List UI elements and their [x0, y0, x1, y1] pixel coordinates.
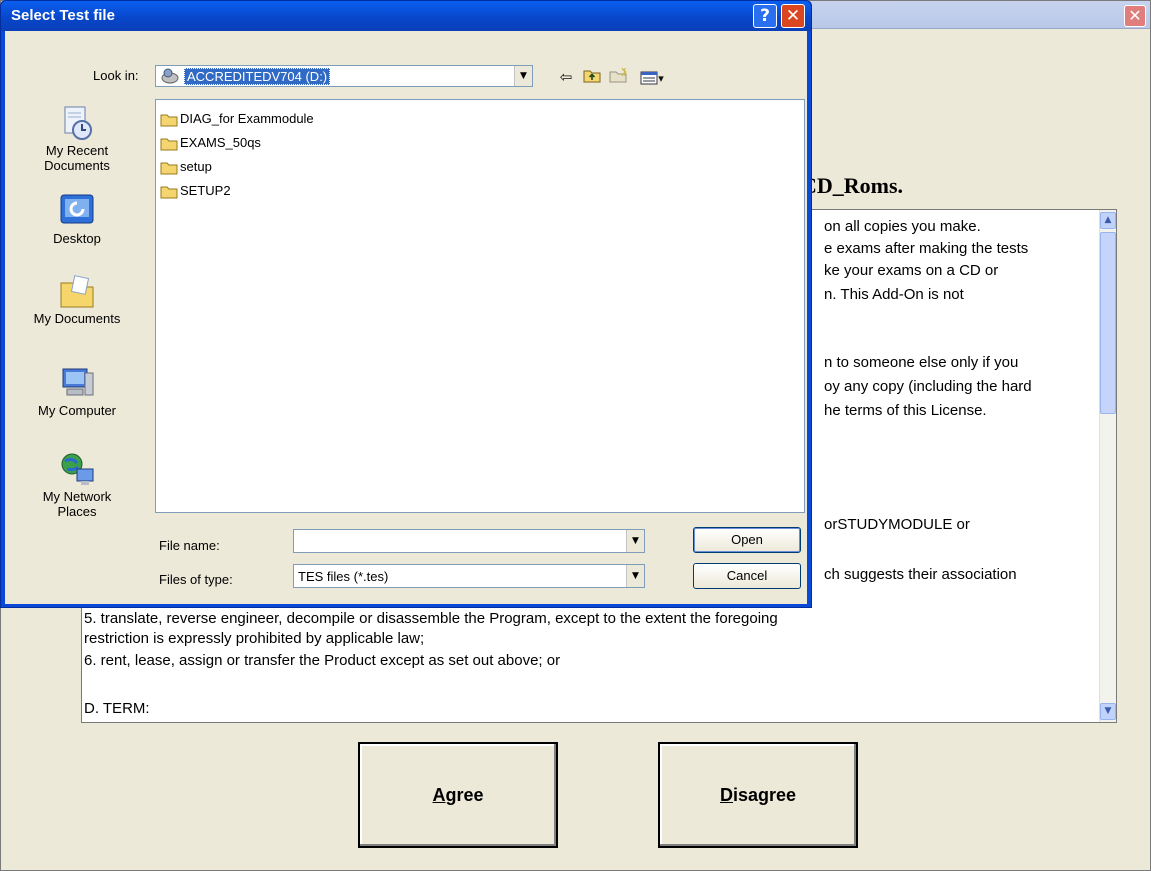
license-scrollbar[interactable]: ▲ ▼	[1099, 210, 1116, 722]
files-of-type-select[interactable]: TES files (*.tes) ▼	[293, 564, 645, 588]
list-item[interactable]: DIAG_for Exammodule	[160, 108, 314, 128]
file-name: setup	[180, 159, 212, 174]
help-button[interactable]: ?	[753, 4, 777, 28]
license-heading: CD_Roms.	[801, 173, 904, 198]
dialog-body: Look in: ACCREDITEDV704 (D:) ▼ ⇦ ▾ My Re…	[5, 31, 807, 604]
scroll-down-button[interactable]: ▼	[1100, 703, 1116, 720]
license-line: n. This Add-On is not	[824, 286, 964, 303]
network-places-icon	[57, 449, 97, 489]
scroll-thumb[interactable]	[1100, 232, 1116, 414]
views-menu-icon[interactable]: ▾	[635, 67, 669, 87]
my-computer-icon	[57, 363, 97, 403]
agree-label: gree	[445, 785, 484, 805]
file-name: SETUP2	[180, 183, 231, 198]
place-label: My Computer	[37, 403, 117, 418]
recent-documents-icon	[57, 103, 97, 143]
agree-accel: A	[432, 785, 446, 805]
license-line: restriction is expressly prohibited by a…	[84, 630, 425, 647]
file-name-input[interactable]: ▼	[293, 529, 645, 553]
disagree-button[interactable]: Disagree	[658, 742, 858, 848]
license-line: e exams after making the tests	[824, 240, 1029, 257]
select-test-file-dialog: Select Test file ? ✕ Look in: ACCREDITED…	[0, 0, 812, 608]
place-label: My Recent Documents	[44, 143, 110, 173]
file-name: DIAG_for Exammodule	[180, 111, 314, 126]
folder-icon	[160, 112, 178, 126]
place-label: My Network Places	[42, 489, 112, 519]
license-line: n to someone else only if you	[824, 354, 1019, 371]
folder-icon	[160, 160, 178, 174]
my-documents-icon	[57, 271, 97, 311]
license-line: on all copies you make.	[824, 218, 981, 235]
close-button[interactable]: ✕	[781, 4, 805, 28]
folder-icon	[160, 136, 178, 150]
chevron-down-icon[interactable]: ▼	[626, 565, 644, 587]
place-recent-documents[interactable]: My Recent Documents	[13, 103, 141, 173]
chevron-down-icon[interactable]: ▼	[626, 530, 644, 552]
dialog-titlebar: Select Test file ? ✕	[1, 1, 811, 31]
files-of-type-label: Files of type:	[159, 572, 233, 587]
place-my-documents[interactable]: My Documents	[13, 271, 141, 326]
file-name-label: File name:	[159, 538, 220, 553]
license-line: oy any copy (including the hard	[824, 378, 1032, 395]
open-button[interactable]: Open	[693, 527, 801, 553]
look-in-value: ACCREDITEDV704 (D:)	[184, 68, 331, 85]
list-item[interactable]: SETUP2	[160, 180, 231, 200]
folder-icon	[160, 184, 178, 198]
license-window-close-button[interactable]: ✕	[1124, 5, 1146, 27]
cd-drive-icon	[161, 68, 179, 84]
file-name: EXAMS_50qs	[180, 135, 261, 150]
file-list[interactable]: DIAG_for Exammodule EXAMS_50qs setup SET…	[155, 99, 805, 513]
desktop-icon	[57, 191, 97, 231]
list-item[interactable]: setup	[160, 156, 212, 176]
chevron-down-icon[interactable]: ▼	[514, 66, 532, 86]
list-item[interactable]: EXAMS_50qs	[160, 132, 261, 152]
license-line: he terms of this License.	[824, 402, 987, 419]
license-line: 5. translate, reverse engineer, decompil…	[84, 610, 778, 627]
back-icon[interactable]: ⇦	[555, 67, 577, 87]
place-my-network-places[interactable]: My Network Places	[13, 449, 141, 519]
files-of-type-value: TES files (*.tes)	[298, 569, 389, 584]
new-folder-icon[interactable]	[607, 67, 629, 87]
place-label: Desktop	[53, 231, 101, 246]
agree-button[interactable]: Agree	[358, 742, 558, 848]
license-line: ch suggests their association	[824, 566, 1017, 583]
up-folder-icon[interactable]	[581, 67, 603, 87]
disagree-accel: D	[719, 785, 733, 805]
place-desktop[interactable]: Desktop	[13, 191, 141, 246]
disagree-label: isagree	[732, 785, 797, 805]
places-bar: My Recent Documents Desktop My Documents…	[13, 93, 141, 597]
look-in-label: Look in:	[93, 68, 139, 83]
license-line: ke your exams on a CD or	[824, 262, 999, 279]
license-line: D. TERM:	[84, 700, 150, 717]
views-dropdown-glyph: ▾	[658, 72, 664, 85]
cancel-button[interactable]: Cancel	[693, 563, 801, 589]
license-line: orSTUDYMODULE or	[824, 516, 970, 533]
license-line: 6. rent, lease, assign or transfer the P…	[84, 652, 561, 669]
look-in-select[interactable]: ACCREDITEDV704 (D:) ▼	[155, 65, 533, 87]
dialog-title: Select Test file	[11, 7, 115, 24]
place-label: My Documents	[33, 311, 121, 326]
scroll-up-button[interactable]: ▲	[1100, 212, 1116, 229]
place-my-computer[interactable]: My Computer	[13, 363, 141, 418]
